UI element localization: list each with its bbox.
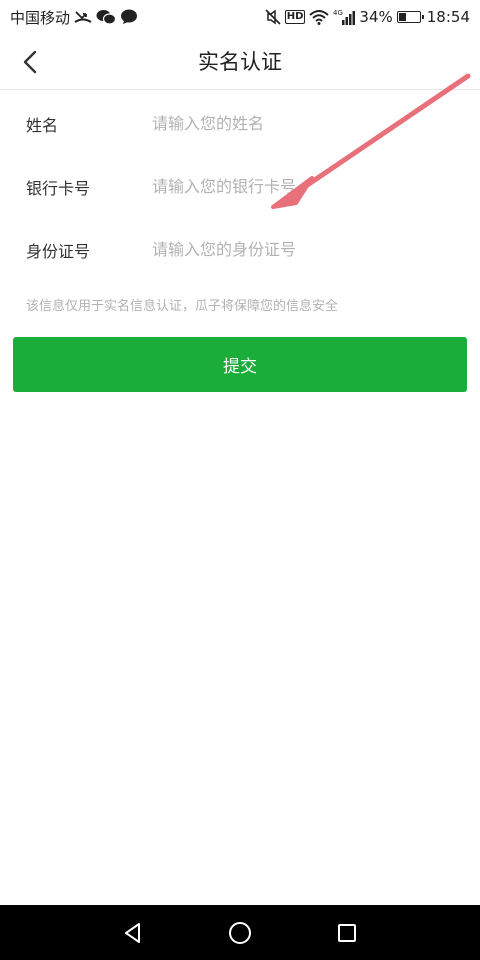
name-label: 姓名 [26, 115, 59, 135]
network-type: 4G [333, 9, 343, 17]
system-home-button[interactable] [220, 913, 260, 953]
id-number-row: 身份证号 [0, 218, 480, 281]
id-number-label: 身份证号 [26, 241, 91, 261]
page-title: 实名认证 [198, 50, 282, 74]
status-right: HD 4G 34% 18:54 [265, 8, 470, 26]
status-bar: 中国移动 HD 4G 34% 18:54 [0, 0, 480, 34]
back-button[interactable] [14, 46, 46, 78]
clock: 18:54 [426, 8, 470, 26]
system-recents-button[interactable] [327, 913, 367, 953]
missed-call-icon [74, 9, 92, 25]
chevron-left-icon [23, 50, 37, 74]
system-nav-bar [0, 905, 480, 960]
submit-button[interactable]: 提交 [13, 337, 467, 392]
nav-header: 实名认证 [0, 34, 480, 90]
back-triangle-icon [125, 922, 141, 943]
system-back-button[interactable] [113, 913, 153, 953]
bank-card-row: 银行卡号 [0, 155, 480, 218]
name-row: 姓名 [0, 92, 480, 155]
status-left: 中国移动 [10, 7, 138, 28]
name-input[interactable] [152, 103, 480, 144]
bank-card-label: 银行卡号 [26, 178, 91, 198]
signal-icon: 4G [333, 9, 356, 25]
bank-card-input[interactable] [152, 166, 480, 207]
message-icon [120, 9, 138, 25]
hd-icon: HD [284, 10, 306, 24]
id-number-input[interactable] [152, 229, 480, 270]
recents-square-icon [337, 923, 356, 942]
mute-icon [265, 9, 281, 25]
battery-icon [396, 11, 424, 23]
home-circle-icon [228, 921, 251, 944]
battery-percent: 34% [359, 8, 393, 26]
verification-form: 姓名 银行卡号 身份证号 [0, 92, 480, 281]
battery-fill [398, 13, 406, 21]
privacy-notice: 该信息仅用于实名信息认证，瓜子将保障您的信息安全 [26, 299, 339, 314]
carrier-name: 中国移动 [10, 8, 71, 27]
wechat-icon [96, 9, 117, 25]
wifi-icon [309, 9, 330, 25]
